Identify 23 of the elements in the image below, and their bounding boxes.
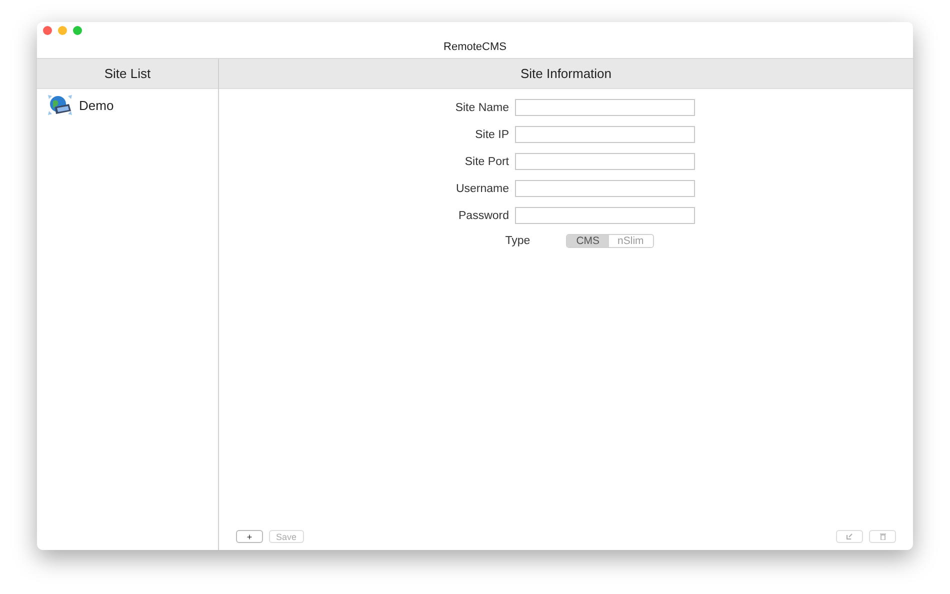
- column-header: Site Information: [219, 59, 913, 89]
- footer-button[interactable]: +: [236, 530, 263, 543]
- segment-option[interactable]: CMS: [567, 235, 609, 247]
- field-label: Type: [504, 235, 530, 247]
- field-label: Site Port: [464, 156, 509, 168]
- window-title: RemoteCMS: [444, 41, 506, 53]
- field-label: Password: [458, 210, 509, 222]
- minimize-button[interactable]: [58, 26, 67, 35]
- field-label: Site IP: [474, 128, 509, 140]
- input-field[interactable]: [515, 126, 695, 143]
- close-button[interactable]: [43, 26, 52, 35]
- trash-icon: [880, 533, 886, 540]
- globe-computer-icon: [46, 93, 74, 117]
- column-header: Site List: [37, 59, 218, 89]
- input-field[interactable]: [515, 99, 695, 116]
- site-list-item[interactable]: Demo: [37, 89, 218, 121]
- input-field[interactable]: [515, 153, 695, 170]
- edit-icon: [846, 533, 853, 540]
- input-field[interactable]: [515, 207, 695, 224]
- field-label: Site Name: [454, 102, 509, 114]
- field-label: Username: [454, 182, 509, 194]
- input-field[interactable]: [515, 180, 695, 197]
- zoom-button[interactable]: [73, 26, 82, 35]
